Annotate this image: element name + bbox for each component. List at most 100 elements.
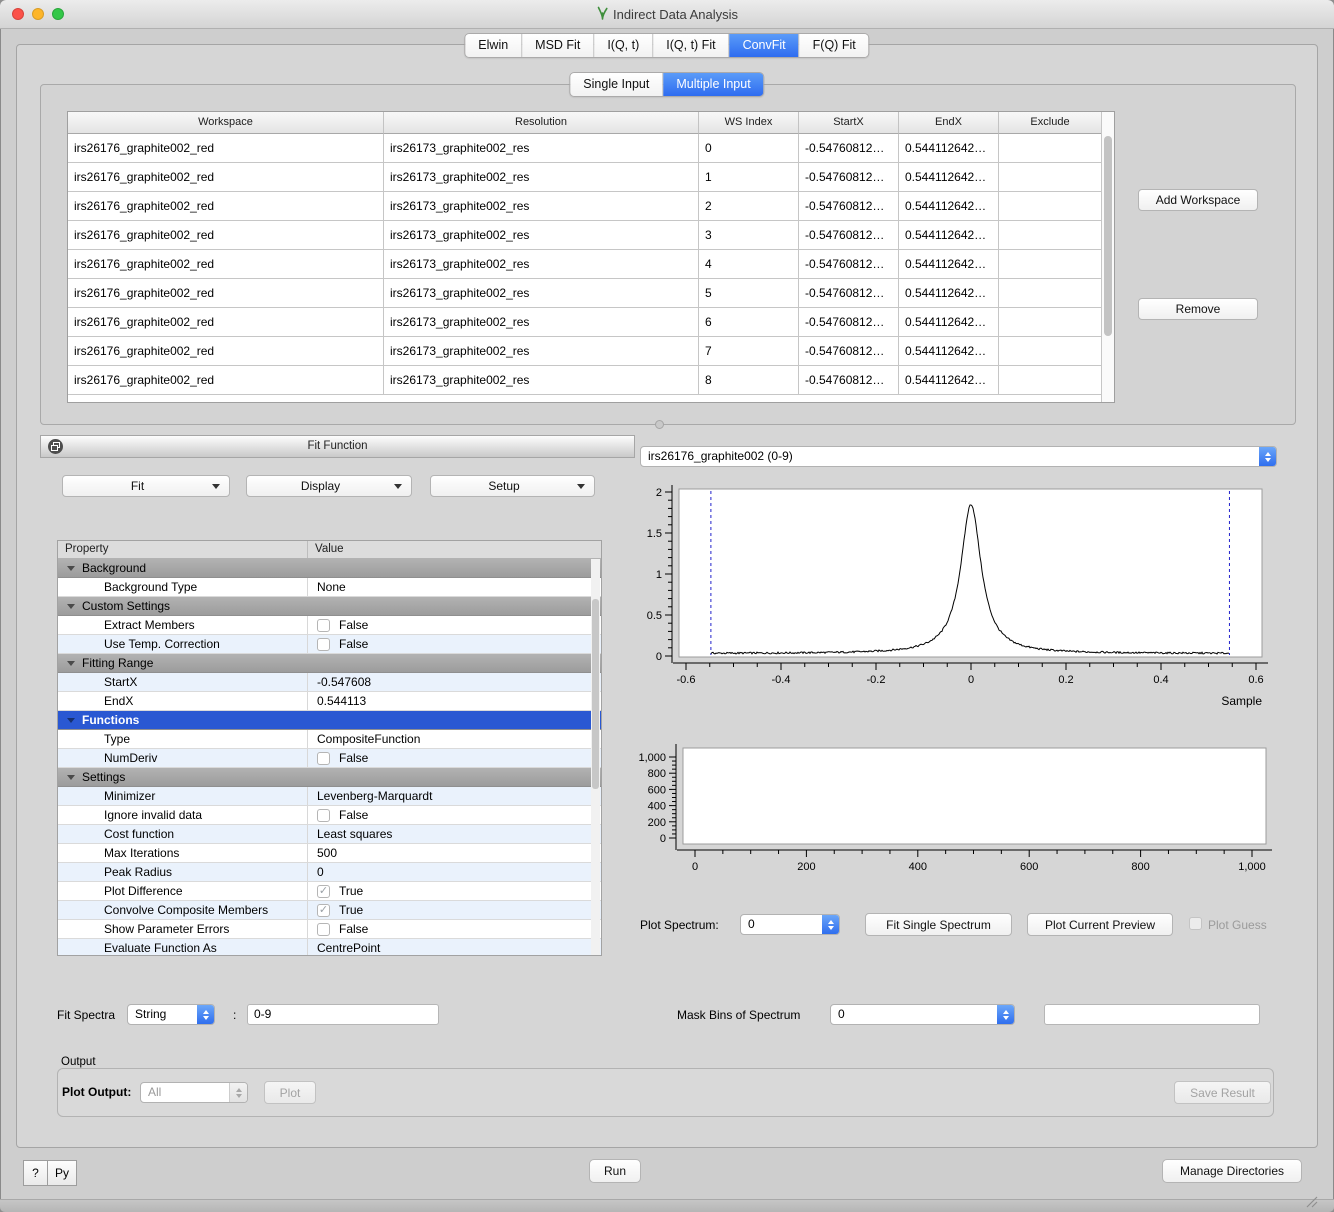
checkbox-unchecked-icon[interactable] bbox=[317, 619, 330, 632]
mask-bins-spectrum-combo[interactable]: 0 bbox=[830, 1004, 1015, 1025]
property-group-custom-settings[interactable]: Custom Settings bbox=[58, 597, 601, 616]
plot-output-button[interactable]: Plot bbox=[264, 1081, 316, 1104]
fit-spectra-input[interactable]: 0-9 bbox=[247, 1004, 439, 1025]
cell-resolution[interactable]: irs26173_graphite002_res bbox=[384, 163, 699, 192]
cell-ws-index[interactable]: 8 bbox=[699, 366, 799, 395]
collapse-triangle-icon[interactable] bbox=[67, 566, 75, 571]
cell-ws-index[interactable]: 5 bbox=[699, 279, 799, 308]
cell-workspace[interactable]: irs26176_graphite002_red bbox=[68, 308, 384, 337]
cell-startx[interactable]: -0.54760812… bbox=[799, 279, 899, 308]
python-export-button[interactable]: Py bbox=[48, 1161, 76, 1185]
checkbox-checked-icon[interactable]: ✓ bbox=[317, 885, 330, 898]
help-button[interactable]: ? bbox=[24, 1161, 48, 1185]
property-group-background[interactable]: Background bbox=[58, 559, 601, 578]
plot-output-combo[interactable]: All bbox=[140, 1082, 248, 1103]
cell-startx[interactable]: -0.54760812… bbox=[799, 337, 899, 366]
mask-bins-input[interactable] bbox=[1044, 1004, 1260, 1025]
add-workspace-button[interactable]: Add Workspace bbox=[1138, 189, 1258, 211]
cell-resolution[interactable]: irs26173_graphite002_res bbox=[384, 279, 699, 308]
manage-directories-button[interactable]: Manage Directories bbox=[1162, 1159, 1302, 1183]
cell-exclude[interactable] bbox=[999, 163, 1102, 192]
column-header-exclude[interactable]: Exclude bbox=[999, 112, 1102, 134]
tab-f-q-fit[interactable]: F(Q) Fit bbox=[800, 34, 869, 57]
cell-startx[interactable]: -0.54760812… bbox=[799, 366, 899, 395]
cell-endx[interactable]: 0.544112642… bbox=[899, 163, 999, 192]
property-table-scrollbar[interactable] bbox=[591, 559, 600, 955]
tab-i-q-t-fit[interactable]: I(Q, t) Fit bbox=[653, 34, 729, 57]
property-value[interactable]: False bbox=[308, 806, 601, 824]
cell-startx[interactable]: -0.54760812… bbox=[799, 221, 899, 250]
fit-single-spectrum-button[interactable]: Fit Single Spectrum bbox=[865, 913, 1012, 936]
cell-startx[interactable]: -0.54760812… bbox=[799, 192, 899, 221]
setup-menu-button[interactable]: Setup bbox=[430, 475, 595, 497]
cell-ws-index[interactable]: 7 bbox=[699, 337, 799, 366]
checkbox-unchecked-icon[interactable] bbox=[317, 809, 330, 822]
cell-exclude[interactable] bbox=[999, 192, 1102, 221]
cell-endx[interactable]: 0.544112642… bbox=[899, 192, 999, 221]
tab-elwin[interactable]: Elwin bbox=[465, 34, 522, 57]
cell-workspace[interactable]: irs26176_graphite002_red bbox=[68, 221, 384, 250]
cell-endx[interactable]: 0.544112642… bbox=[899, 221, 999, 250]
collapse-triangle-icon[interactable] bbox=[67, 775, 75, 780]
cell-exclude[interactable] bbox=[999, 134, 1102, 163]
cell-startx[interactable]: -0.54760812… bbox=[799, 250, 899, 279]
input-mode-single-input[interactable]: Single Input bbox=[570, 73, 663, 96]
property-value[interactable]: Least squares bbox=[308, 825, 601, 843]
property-group-settings[interactable]: Settings bbox=[58, 768, 601, 787]
cell-resolution[interactable]: irs26173_graphite002_res bbox=[384, 221, 699, 250]
scrollbar-thumb[interactable] bbox=[1104, 136, 1112, 336]
cell-workspace[interactable]: irs26176_graphite002_red bbox=[68, 366, 384, 395]
cell-resolution[interactable]: irs26173_graphite002_res bbox=[384, 134, 699, 163]
cell-resolution[interactable]: irs26173_graphite002_res bbox=[384, 192, 699, 221]
column-header-ws-index[interactable]: WS Index bbox=[699, 112, 799, 134]
column-header-endx[interactable]: EndX bbox=[899, 112, 999, 134]
resize-grip-icon[interactable] bbox=[1303, 1193, 1319, 1209]
cell-resolution[interactable]: irs26173_graphite002_res bbox=[384, 337, 699, 366]
plot-guess-checkbox[interactable] bbox=[1189, 917, 1202, 930]
property-value[interactable]: False bbox=[308, 616, 601, 634]
fit-menu-button[interactable]: Fit bbox=[62, 475, 230, 497]
scrollbar-thumb[interactable] bbox=[592, 599, 599, 789]
cell-endx[interactable]: 0.544112642… bbox=[899, 308, 999, 337]
property-value[interactable]: ✓True bbox=[308, 882, 601, 900]
plot-spectrum-spinner[interactable]: 0 bbox=[740, 914, 840, 935]
cell-startx[interactable]: -0.54760812… bbox=[799, 308, 899, 337]
cell-resolution[interactable]: irs26173_graphite002_res bbox=[384, 308, 699, 337]
plot-current-preview-button[interactable]: Plot Current Preview bbox=[1027, 913, 1173, 936]
cell-startx[interactable]: -0.54760812… bbox=[799, 163, 899, 192]
property-value[interactable]: Levenberg-Marquardt bbox=[308, 787, 601, 805]
checkbox-unchecked-icon[interactable] bbox=[317, 752, 330, 765]
workspace-table-scrollbar[interactable] bbox=[1101, 112, 1114, 402]
cell-workspace[interactable]: irs26176_graphite002_red bbox=[68, 163, 384, 192]
cell-exclude[interactable] bbox=[999, 366, 1102, 395]
cell-workspace[interactable]: irs26176_graphite002_red bbox=[68, 192, 384, 221]
property-group-functions[interactable]: Functions bbox=[58, 711, 601, 730]
checkbox-unchecked-icon[interactable] bbox=[317, 638, 330, 651]
tab-msd-fit[interactable]: MSD Fit bbox=[522, 34, 594, 57]
cell-workspace[interactable]: irs26176_graphite002_red bbox=[68, 134, 384, 163]
collapse-triangle-icon[interactable] bbox=[67, 718, 75, 723]
property-value[interactable]: False bbox=[308, 920, 601, 938]
display-menu-button[interactable]: Display bbox=[246, 475, 412, 497]
cell-exclude[interactable] bbox=[999, 337, 1102, 366]
cell-resolution[interactable]: irs26173_graphite002_res bbox=[384, 366, 699, 395]
column-header-resolution[interactable]: Resolution bbox=[384, 112, 699, 134]
float-dock-icon[interactable] bbox=[48, 439, 63, 454]
property-value[interactable]: -0.547608 bbox=[308, 673, 601, 691]
cell-endx[interactable]: 0.544112642… bbox=[899, 134, 999, 163]
property-value[interactable]: None bbox=[308, 578, 601, 596]
cell-endx[interactable]: 0.544112642… bbox=[899, 250, 999, 279]
column-header-workspace[interactable]: Workspace bbox=[68, 112, 384, 134]
property-value[interactable]: ✓True bbox=[308, 901, 601, 919]
cell-ws-index[interactable]: 2 bbox=[699, 192, 799, 221]
cell-exclude[interactable] bbox=[999, 308, 1102, 337]
collapse-triangle-icon[interactable] bbox=[67, 604, 75, 609]
checkbox-unchecked-icon[interactable] bbox=[317, 923, 330, 936]
cell-workspace[interactable]: irs26176_graphite002_red bbox=[68, 279, 384, 308]
cell-ws-index[interactable]: 4 bbox=[699, 250, 799, 279]
property-value[interactable]: CentrePoint bbox=[308, 939, 601, 956]
cell-endx[interactable]: 0.544112642… bbox=[899, 279, 999, 308]
save-result-button[interactable]: Save Result bbox=[1174, 1081, 1271, 1104]
cell-endx[interactable]: 0.544112642… bbox=[899, 366, 999, 395]
cell-workspace[interactable]: irs26176_graphite002_red bbox=[68, 250, 384, 279]
